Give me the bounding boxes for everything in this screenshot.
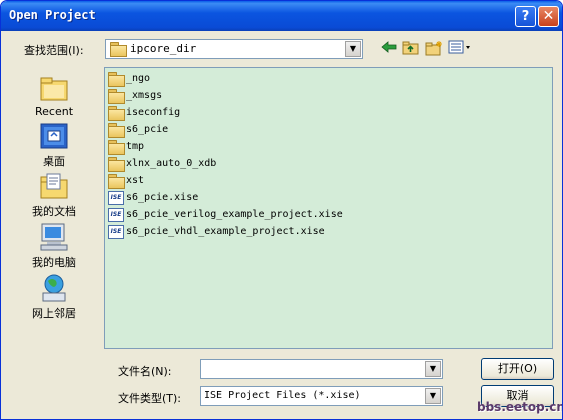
place-label-my-documents: 我的文档 bbox=[32, 205, 76, 218]
chevron-down-icon[interactable]: ▼ bbox=[425, 361, 441, 377]
title-bar[interactable]: Open Project ? ✕ bbox=[1, 1, 562, 31]
folder-icon bbox=[108, 106, 125, 121]
open-project-dialog: Open Project ? ✕ 查找范围(I): ipcore_dir ▼ R… bbox=[0, 0, 563, 420]
my-computer-icon bbox=[40, 223, 68, 251]
place-my-documents[interactable]: 我的文档 bbox=[21, 171, 87, 219]
back-arrow-icon[interactable] bbox=[379, 40, 399, 58]
place-label-my-computer: 我的电脑 bbox=[32, 256, 76, 269]
file-list[interactable]: _ngo _xmsgs iseconfig s6_pcie tmp xlnx_a… bbox=[104, 67, 553, 349]
place-my-computer[interactable]: 我的电脑 bbox=[21, 222, 87, 270]
chevron-down-icon[interactable]: ▼ bbox=[425, 388, 441, 404]
place-recent[interactable]: Recent bbox=[21, 73, 87, 118]
list-item-label: s6_pcie_vhdl_example_project.xise bbox=[126, 226, 325, 237]
open-button[interactable]: 打开(O) bbox=[481, 358, 554, 380]
recent-folder-icon bbox=[40, 77, 68, 101]
filetype-value: ISE Project Files (*.xise) bbox=[204, 390, 361, 401]
list-item-label: xlnx_auto_0_xdb bbox=[126, 158, 217, 169]
filename-input[interactable]: ▼ bbox=[200, 359, 443, 379]
folder-icon bbox=[108, 140, 125, 155]
list-item-label: xst bbox=[126, 175, 145, 186]
list-item-label: s6_pcie_verilog_example_project.xise bbox=[126, 209, 343, 220]
views-menu-icon[interactable] bbox=[447, 40, 473, 58]
list-item-label: _ngo bbox=[126, 73, 151, 84]
new-folder-icon[interactable] bbox=[424, 40, 444, 58]
xise-file-icon: ISE bbox=[108, 191, 124, 205]
place-label-network: 网上邻居 bbox=[32, 307, 76, 320]
folder-icon bbox=[108, 72, 125, 87]
my-documents-icon bbox=[40, 173, 68, 199]
folder-icon bbox=[108, 123, 125, 138]
network-places-icon bbox=[42, 274, 66, 302]
close-button[interactable]: ✕ bbox=[538, 6, 559, 27]
up-folder-icon[interactable] bbox=[401, 40, 421, 58]
filename-label: 文件名(N): bbox=[118, 365, 172, 378]
chevron-down-icon[interactable]: ▼ bbox=[345, 41, 361, 57]
folder-icon bbox=[108, 157, 125, 172]
desktop-icon bbox=[40, 123, 68, 149]
help-button[interactable]: ? bbox=[515, 6, 536, 27]
place-label-desktop: 桌面 bbox=[43, 155, 65, 168]
xise-file-icon: ISE bbox=[108, 225, 124, 239]
filetype-select[interactable]: ISE Project Files (*.xise) ▼ bbox=[200, 386, 443, 406]
list-item-label: s6_pcie bbox=[126, 124, 169, 135]
look-in-label: 查找范围(I): bbox=[24, 44, 84, 57]
place-desktop[interactable]: 桌面 bbox=[21, 121, 87, 169]
place-network[interactable]: 网上邻居 bbox=[21, 273, 87, 321]
folder-icon bbox=[108, 89, 125, 104]
place-label-recent: Recent bbox=[34, 105, 74, 118]
look-in-combo[interactable]: ipcore_dir ▼ bbox=[105, 39, 363, 59]
list-item-label: tmp bbox=[126, 141, 145, 152]
list-item-label: s6_pcie.xise bbox=[126, 192, 199, 203]
folder-icon bbox=[108, 174, 125, 189]
list-item-label: _xmsgs bbox=[126, 90, 163, 101]
watermark-text: bbs.eetop.cn bbox=[477, 400, 563, 414]
list-item-label: iseconfig bbox=[126, 107, 181, 118]
xise-file-icon: ISE bbox=[108, 208, 124, 222]
filetype-label: 文件类型(T): bbox=[118, 392, 182, 405]
look-in-value: ipcore_dir bbox=[130, 42, 197, 55]
folder-icon bbox=[110, 42, 127, 57]
window-title: Open Project bbox=[9, 8, 96, 22]
